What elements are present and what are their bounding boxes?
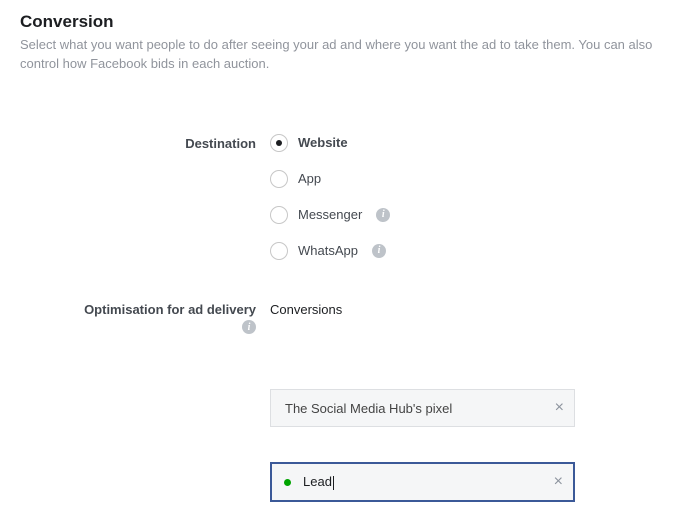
conversion-inputs: The Social Media Hub's pixel × Lead ×: [270, 389, 575, 502]
destination-option-whatsapp[interactable]: WhatsApp i: [270, 242, 680, 260]
section-description: Select what you want people to do after …: [20, 36, 680, 74]
destination-option-messenger[interactable]: Messenger i: [270, 206, 680, 224]
radio-icon: [270, 170, 288, 188]
info-icon[interactable]: i: [376, 208, 390, 222]
radio-icon: [270, 242, 288, 260]
destination-row: Destination Website App Messenger i: [20, 134, 680, 260]
info-icon[interactable]: i: [242, 320, 256, 334]
radio-icon: [270, 206, 288, 224]
event-input[interactable]: Lead ×: [270, 462, 575, 502]
radio-label: Messenger: [298, 207, 362, 222]
radio-label: WhatsApp: [298, 243, 358, 258]
event-value: Lead: [303, 474, 554, 490]
optimisation-value-wrapper: Conversions: [270, 300, 680, 335]
optimisation-label: Optimisation for ad delivery i: [20, 300, 270, 335]
optimisation-row: Optimisation for ad delivery i Conversio…: [20, 300, 680, 335]
pixel-value: The Social Media Hub's pixel: [285, 401, 555, 416]
section-title: Conversion: [20, 12, 680, 32]
radio-label: Website: [298, 135, 348, 150]
close-icon[interactable]: ×: [555, 399, 564, 417]
info-icon[interactable]: i: [372, 244, 386, 258]
optimisation-value[interactable]: Conversions: [270, 300, 680, 317]
form-area: Destination Website App Messenger i: [20, 134, 680, 503]
close-icon[interactable]: ×: [554, 473, 563, 491]
radio-icon: [270, 134, 288, 152]
radio-label: App: [298, 171, 321, 186]
status-dot-icon: [284, 479, 291, 486]
pixel-select[interactable]: The Social Media Hub's pixel ×: [270, 389, 575, 427]
destination-option-website[interactable]: Website: [270, 134, 680, 152]
destination-label: Destination: [20, 134, 270, 260]
destination-option-app[interactable]: App: [270, 170, 680, 188]
text-caret: [333, 476, 334, 490]
destination-options: Website App Messenger i WhatsApp i: [270, 134, 680, 260]
